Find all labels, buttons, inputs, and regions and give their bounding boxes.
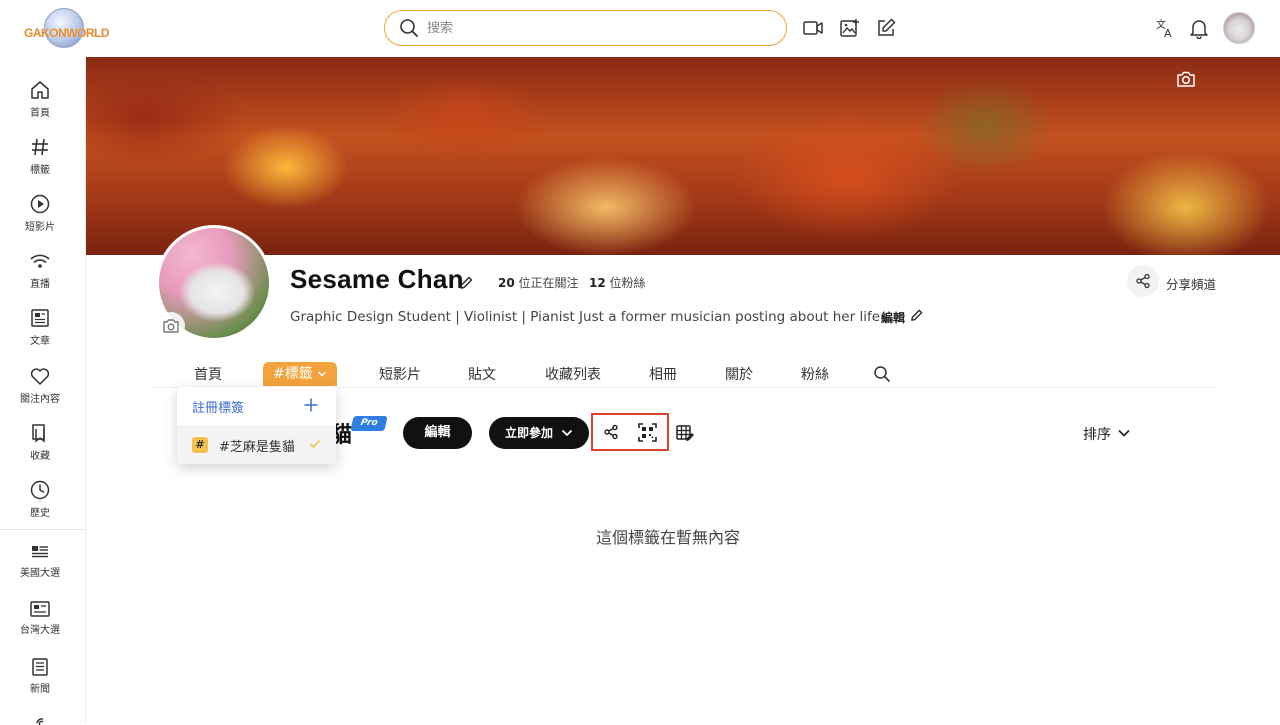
sidebar-item-live[interactable]: 直播 [0,250,80,302]
sidebar-item-label: 標籤 [30,165,50,176]
following-stat[interactable]: 20 位正在關注 [498,274,579,291]
top-header: GAKONWORLD 文A [0,0,1280,57]
bookmark-icon [0,422,80,444]
edit-button[interactable]: 編輯 [403,417,472,449]
news-icon [0,543,80,561]
search-icon [399,18,419,38]
svg-text:A: A [1164,27,1172,39]
pencil-icon[interactable] [910,309,923,322]
sidebar-item-history[interactable]: 歷史 [0,479,80,531]
tab-shorts[interactable]: 短影片 [379,364,421,384]
camera-icon [157,312,185,340]
video-icon[interactable] [802,17,824,39]
sidebar-divider [0,529,84,530]
bell-icon[interactable] [1188,17,1210,39]
sidebar-item-label: 短影片 [25,222,55,233]
following-count: 20 [498,276,515,290]
sidebar-item-home[interactable]: 首頁 [0,79,80,131]
join-now-label: 立即參加 [505,426,554,440]
tab-tags[interactable]: #標籤 [263,362,337,386]
newspaper-icon [0,657,80,677]
bio-edit-link[interactable]: 編輯 [881,309,905,326]
tab-playlists[interactable]: 收藏列表 [545,364,601,384]
sidebar-item-tags[interactable]: 標籤 [0,136,80,188]
qr-code-icon[interactable] [638,423,657,442]
search-input[interactable] [427,17,767,39]
followers-stat[interactable]: 12 位粉絲 [589,274,646,291]
tab-fans[interactable]: 粉絲 [801,364,829,384]
dropdown-tag-item[interactable]: # #芝麻是隻貓 [177,425,336,464]
pencil-icon[interactable] [459,276,473,290]
image-add-icon[interactable] [839,17,861,39]
sidebar-item-label: 新聞 [30,684,50,695]
id-card-icon [0,600,80,618]
sidebar-item-label: 直播 [30,279,50,290]
sidebar-item-label: 歷史 [30,508,50,519]
register-tag-link[interactable]: 註冊標簽 [192,397,244,416]
check-icon [309,439,321,449]
sidebar-item-news[interactable]: 新聞 [0,657,80,709]
followers-label: 位粉絲 [609,276,646,290]
sort-label: 排序 [1083,427,1111,443]
clock-icon [0,479,80,501]
share-icon [1127,265,1159,297]
camera-icon[interactable] [1176,70,1196,88]
sidebar-item-label: 關注內容 [20,394,60,405]
profile-bio: Graphic Design Student | Violinist | Pia… [290,309,892,325]
share-icon[interactable] [603,424,619,440]
sidebar-item-podcast[interactable] [0,713,80,725]
tab-about[interactable]: 關於 [725,364,753,384]
profile-tabs: 首頁 #標籤 短影片 貼文 收藏列表 相冊 關於 粉絲 [153,362,1216,388]
sidebar-item-us-election[interactable]: 美國大選 [0,543,80,595]
sidebar-item-label: 文章 [30,336,50,347]
empty-state-message: 這個標籤在暫無內容 [596,528,741,547]
tab-albums[interactable]: 相冊 [649,364,677,384]
article-icon [0,307,80,329]
sidebar: 首頁 標籤 短影片 直播 文章 關注內容 收藏 歷史 美國大選 台灣大選 新聞 [0,57,86,725]
search-bar[interactable] [384,10,787,46]
sidebar-item-following[interactable]: 關注內容 [0,365,80,417]
sidebar-item-label: 台灣大選 [20,625,60,636]
sidebar-item-label: 美國大選 [20,568,60,579]
join-now-button[interactable]: 立即參加 [489,417,589,449]
site-logo[interactable]: GAKONWORLD [24,8,110,50]
home-icon [0,79,80,101]
heart-icon [0,365,80,387]
following-label: 位正在關注 [518,276,579,290]
tab-tags-label: #標籤 [273,366,313,382]
translate-icon[interactable]: 文A [1155,17,1177,39]
dropdown-tag-label: #芝麻是隻貓 [219,440,295,455]
profile-name: Sesame Chan [290,264,464,294]
avatar-camera-button[interactable] [157,312,185,340]
tab-posts[interactable]: 貼文 [468,364,496,384]
tab-home[interactable]: 首頁 [194,364,222,384]
sidebar-item-saved[interactable]: 收藏 [0,422,80,474]
tags-dropdown-menu: 註冊標簽 # #芝麻是隻貓 [177,387,336,464]
sidebar-item-label: 首頁 [30,108,50,119]
followers-count: 12 [589,276,606,290]
hashtag-icon [0,136,80,158]
sidebar-item-tw-election[interactable]: 台灣大選 [0,600,80,652]
sidebar-item-label: 收藏 [30,451,50,462]
sidebar-item-articles[interactable]: 文章 [0,307,80,359]
plus-icon[interactable] [304,398,318,412]
user-avatar[interactable] [1223,12,1255,44]
cover-banner [86,57,1280,255]
play-icon [0,193,80,215]
pro-badge: Pro [350,416,388,431]
wifi-icon [0,250,80,272]
table-edit-icon[interactable] [675,423,695,443]
logo-text: GAKONWORLD [24,26,110,40]
sidebar-item-shorts[interactable]: 短影片 [0,193,80,245]
broadcast-icon [0,713,80,725]
sort-dropdown[interactable]: 排序 [1083,424,1130,444]
hashtag-icon: # [192,437,208,453]
share-channel-label: 分享頻道 [1166,277,1217,292]
edit-icon[interactable] [875,17,897,39]
search-icon[interactable] [873,365,891,383]
